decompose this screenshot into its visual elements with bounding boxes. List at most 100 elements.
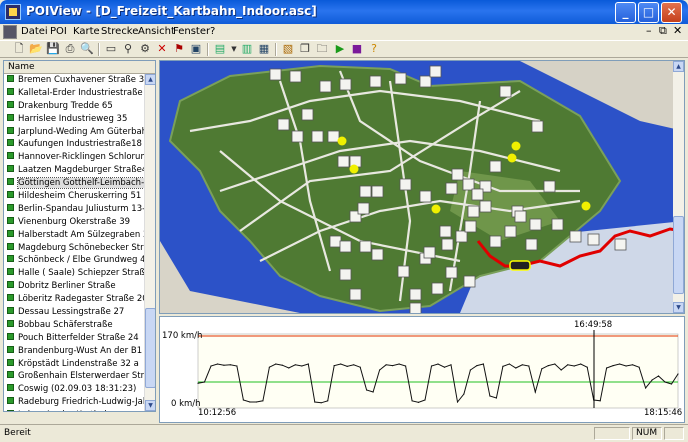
list-item[interactable]: Hannover-Ricklingen Schlorumpsweg [4, 151, 145, 164]
list-item[interactable]: Hildesheim Cheruskerring 51 [4, 190, 145, 203]
poi-checkbox-icon[interactable] [7, 178, 14, 186]
list-scrollbar[interactable]: ▲ ▼ [144, 74, 155, 411]
menu-ansicht[interactable]: Ansicht [138, 26, 175, 37]
list-item[interactable]: Pouch Bitterfelder Straße 24 [4, 332, 145, 345]
list-item[interactable]: Vienenburg Okerstraße 39 [4, 216, 145, 229]
print-preview-icon[interactable]: 🔍 [80, 42, 94, 56]
list-item[interactable]: Coswig (02.09.03 18:31:23) [4, 383, 145, 396]
poi-checkbox-icon[interactable] [7, 268, 14, 276]
poi-checkbox-icon[interactable] [7, 216, 14, 224]
map-icon[interactable]: ▤ [213, 42, 227, 56]
list-item[interactable]: Lohsa An der Kartbahn [4, 409, 145, 411]
zoom-icon[interactable]: ⚲ [121, 42, 135, 56]
app-icon[interactable] [5, 4, 21, 20]
menu-datei[interactable]: Datei [21, 26, 48, 37]
poi-checkbox-icon[interactable] [7, 307, 14, 315]
list-item[interactable]: Dobritz Berliner Straße [4, 280, 145, 293]
poi-checkbox-icon[interactable] [7, 319, 14, 327]
save-icon[interactable]: 💾 [46, 42, 60, 56]
poi-checkbox-icon[interactable] [7, 345, 14, 353]
poi-checkbox-icon[interactable] [7, 410, 14, 411]
poi-checkbox-icon[interactable] [7, 126, 14, 134]
poi-checkbox-icon[interactable] [7, 384, 14, 392]
map-canvas[interactable] [160, 61, 684, 313]
list-item[interactable]: Kaufungen Industriestraße18 [4, 138, 145, 151]
list-item[interactable]: Schönbeck / Elbe Grundweg 4 [4, 254, 145, 267]
print-icon[interactable]: ⎙ [63, 42, 77, 56]
list-item[interactable]: Harrislee Industrieweg 35 [4, 113, 145, 126]
map-export-icon[interactable]: ▦ [257, 42, 271, 56]
poi-checkbox-icon[interactable] [7, 358, 14, 366]
poi-checkbox-icon[interactable] [7, 113, 14, 121]
menu-fenster[interactable]: Fenster [173, 26, 210, 37]
menu-poi[interactable]: POI [50, 26, 67, 37]
list-item[interactable]: Halberstadt Am Sülzegraben 36 [4, 229, 145, 242]
play-icon[interactable]: ▶ [333, 42, 347, 56]
list-item[interactable]: Bremen Cuxhavener Straße 31 [4, 74, 145, 87]
document-icon[interactable] [3, 25, 17, 39]
list-item[interactable]: Göttingen Gotthelf-Leimbach-Straße [4, 177, 145, 190]
properties-icon[interactable]: ▣ [189, 42, 203, 56]
poi-checkbox-icon[interactable] [7, 229, 14, 237]
poi-checkbox-icon[interactable] [7, 100, 14, 108]
list-item[interactable]: Dessau Lessingstraße 27 [4, 306, 145, 319]
close-button[interactable]: ✕ [661, 2, 682, 23]
list-item[interactable]: Laatzen Magdeburger Straße4 [4, 164, 145, 177]
poi-checkbox-icon[interactable] [7, 75, 14, 82]
list-item[interactable]: Löberitz Radegaster Straße 20 [4, 293, 145, 306]
poi-checkbox-icon[interactable] [7, 255, 14, 263]
poi-copy-icon[interactable]: ❐ [298, 42, 312, 56]
map-layer-icon[interactable]: ▥ [240, 42, 254, 56]
poi-checkbox-icon[interactable] [7, 152, 14, 160]
new-icon[interactable]: 🗋 [12, 42, 26, 56]
list-item[interactable]: Bobbau Schäferstraße [4, 319, 145, 332]
maximize-button[interactable]: □ [638, 2, 659, 23]
poi-icon[interactable]: ⚑ [172, 42, 186, 56]
minimize-button[interactable]: _ [615, 2, 636, 23]
map-scroll-down-button[interactable]: ▼ [673, 302, 684, 313]
mdi-close-button[interactable]: ✕ [673, 24, 682, 37]
menu-karte[interactable]: Karte [73, 26, 100, 37]
poi-checkbox-icon[interactable] [7, 294, 14, 302]
poi-checkbox-icon[interactable] [7, 165, 14, 173]
poi-checkbox-icon[interactable] [7, 87, 14, 95]
stop-icon[interactable]: ■ [350, 42, 364, 56]
mdi-restore-button[interactable]: ⧉ [659, 24, 667, 38]
tool-icon[interactable]: ⚙ [138, 42, 152, 56]
poi-checkbox-icon[interactable] [7, 371, 14, 379]
delete-icon[interactable]: ✕ [155, 42, 169, 56]
poi-checkbox-icon[interactable] [7, 332, 14, 340]
poi-checkbox-icon[interactable] [7, 191, 14, 199]
poi-folder-icon[interactable]: 🗀 [315, 42, 329, 56]
poi-checkbox-icon[interactable] [7, 203, 14, 211]
map-dropdown-icon[interactable]: ▼ [227, 42, 241, 56]
poi-checkbox-icon[interactable] [7, 139, 14, 147]
scroll-up-button[interactable]: ▲ [145, 74, 155, 85]
map-scroll-thumb[interactable] [673, 216, 684, 294]
map-view[interactable]: ▲ ▼ [159, 60, 685, 314]
poi-export-icon[interactable]: ▧ [281, 42, 295, 56]
list-item[interactable]: Jarplund-Weding Am Güterbahnhof [4, 126, 145, 139]
list-item[interactable]: Berlin-Spandau Juliusturm 13-31 [4, 203, 145, 216]
menu-help[interactable]: ? [210, 26, 215, 37]
list-item[interactable]: Kalletal-Erder Industriestraße 1 [4, 87, 145, 100]
scroll-thumb[interactable] [145, 308, 155, 388]
list-item[interactable]: Kröpstädt Lindenstraße 32 a [4, 358, 145, 371]
list-item[interactable]: Radeburg Friedrich-Ludwig-Jahn-Str. [4, 396, 145, 409]
poi-checkbox-icon[interactable] [7, 242, 14, 250]
menu-strecke[interactable]: Strecke [101, 26, 138, 37]
speed-chart[interactable]: 170 km/h 0 km/h 10:12:56 18:15:46 16:49:… [159, 316, 685, 423]
list-header-name[interactable]: Name [4, 61, 155, 74]
map-scroll-up-button[interactable]: ▲ [673, 61, 684, 72]
scroll-down-button[interactable]: ▼ [145, 400, 155, 411]
help-icon[interactable]: ? [367, 42, 381, 56]
map-scrollbar[interactable]: ▲ ▼ [673, 61, 684, 313]
list-item[interactable]: Großenhain Elsterwerdaer Straße [4, 370, 145, 383]
list-item[interactable]: Halle ( Saale) Schiepzer Straße 59 [4, 267, 145, 280]
mdi-minimize-button[interactable]: – [646, 24, 652, 37]
select-icon[interactable]: ▭ [104, 42, 118, 56]
open-icon[interactable]: 📂 [29, 42, 43, 56]
list-item[interactable]: Drakenburg Tredde 65 [4, 100, 145, 113]
poi-checkbox-icon[interactable] [7, 397, 14, 405]
poi-checkbox-icon[interactable] [7, 281, 14, 289]
